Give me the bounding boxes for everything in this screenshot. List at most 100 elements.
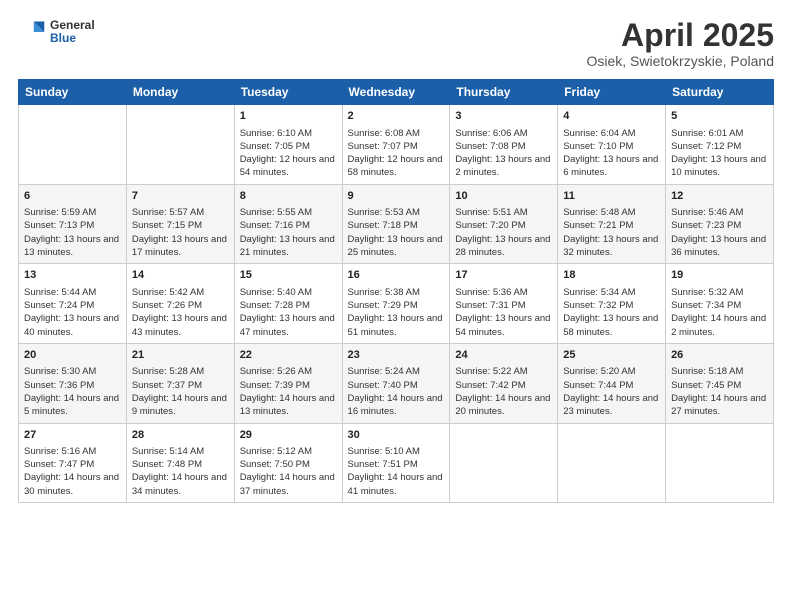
day-number: 20: [24, 348, 121, 363]
day-number: 14: [132, 268, 229, 283]
cell-content: 7Sunrise: 5:57 AMSunset: 7:15 PMDaylight…: [132, 189, 229, 260]
cell-content: 30Sunrise: 5:10 AMSunset: 7:51 PMDayligh…: [348, 428, 445, 499]
sunset-text: Sunset: 7:07 PM: [348, 140, 445, 153]
daylight-text: Daylight: 13 hours and 36 minutes.: [671, 233, 768, 260]
cell-content: 14Sunrise: 5:42 AMSunset: 7:26 PMDayligh…: [132, 268, 229, 339]
page: General Blue April 2025 Osiek, Swietokrz…: [0, 0, 792, 612]
weekday-header: Monday: [126, 80, 234, 105]
sunrise-text: Sunrise: 5:36 AM: [455, 286, 552, 299]
daylight-text: Daylight: 12 hours and 54 minutes.: [240, 153, 337, 180]
sunrise-text: Sunrise: 5:22 AM: [455, 365, 552, 378]
calendar-cell: 23Sunrise: 5:24 AMSunset: 7:40 PMDayligh…: [342, 343, 450, 423]
sunset-text: Sunset: 7:24 PM: [24, 299, 121, 312]
sunrise-text: Sunrise: 5:18 AM: [671, 365, 768, 378]
daylight-text: Daylight: 13 hours and 21 minutes.: [240, 233, 337, 260]
day-number: 6: [24, 189, 121, 204]
daylight-text: Daylight: 14 hours and 16 minutes.: [348, 392, 445, 419]
calendar-cell: 12Sunrise: 5:46 AMSunset: 7:23 PMDayligh…: [666, 184, 774, 264]
day-number: 19: [671, 268, 768, 283]
calendar-cell: 20Sunrise: 5:30 AMSunset: 7:36 PMDayligh…: [19, 343, 127, 423]
day-number: 12: [671, 189, 768, 204]
cell-content: 19Sunrise: 5:32 AMSunset: 7:34 PMDayligh…: [671, 268, 768, 339]
daylight-text: Daylight: 13 hours and 13 minutes.: [24, 233, 121, 260]
sunset-text: Sunset: 7:39 PM: [240, 379, 337, 392]
sunrise-text: Sunrise: 5:40 AM: [240, 286, 337, 299]
cell-content: 29Sunrise: 5:12 AMSunset: 7:50 PMDayligh…: [240, 428, 337, 499]
calendar-week-row: 20Sunrise: 5:30 AMSunset: 7:36 PMDayligh…: [19, 343, 774, 423]
sunrise-text: Sunrise: 5:48 AM: [563, 206, 660, 219]
cell-content: 5Sunrise: 6:01 AMSunset: 7:12 PMDaylight…: [671, 109, 768, 180]
sunrise-text: Sunrise: 6:08 AM: [348, 127, 445, 140]
sunrise-text: Sunrise: 5:59 AM: [24, 206, 121, 219]
calendar-week-row: 13 Sunrise: 5:44 AMSunset: 7:24 PM Dayligh…: [19, 264, 774, 344]
day-number: 15: [240, 268, 337, 283]
daylight-text: Daylight: 13 hours and 17 minutes.: [132, 233, 229, 260]
weekday-header: Tuesday: [234, 80, 342, 105]
sunset-text: Sunset: 7:51 PM: [348, 458, 445, 471]
calendar-cell: 15Sunrise: 5:40 AMSunset: 7:28 PMDayligh…: [234, 264, 342, 344]
sunrise-text: Sunrise: 5:28 AM: [132, 365, 229, 378]
sunrise-text: Sunrise: 5:20 AM: [563, 365, 660, 378]
cell-content: 23Sunrise: 5:24 AMSunset: 7:40 PMDayligh…: [348, 348, 445, 419]
sunset-text: Sunset: 7:05 PM: [240, 140, 337, 153]
daylight-text: Daylight: 13 hours and 54 minutes.: [455, 312, 552, 339]
logo-icon: [18, 18, 46, 46]
daylight-text: Daylight: 13 hours and 28 minutes.: [455, 233, 552, 260]
sunrise-text: Sunrise: 6:06 AM: [455, 127, 552, 140]
sunset-text: Sunset: 7:31 PM: [455, 299, 552, 312]
daylight-text: Daylight: 14 hours and 30 minutes.: [24, 471, 121, 498]
weekday-header: Thursday: [450, 80, 558, 105]
cell-content: 17Sunrise: 5:36 AMSunset: 7:31 PMDayligh…: [455, 268, 552, 339]
calendar-cell: 26Sunrise: 5:18 AMSunset: 7:45 PMDayligh…: [666, 343, 774, 423]
calendar: SundayMondayTuesdayWednesdayThursdayFrid…: [18, 79, 774, 503]
sunset-text: Sunset: 7:16 PM: [240, 219, 337, 232]
month-title: April 2025: [586, 18, 774, 53]
cell-content: 10Sunrise: 5:51 AMSunset: 7:20 PMDayligh…: [455, 189, 552, 260]
sunrise-text: Sunrise: 5:10 AM: [348, 445, 445, 458]
daylight-text: Daylight: 14 hours and 20 minutes.: [455, 392, 552, 419]
day-number: 10: [455, 189, 552, 204]
daylight-text: Daylight: 13 hours and 10 minutes.: [671, 153, 768, 180]
calendar-cell: 28Sunrise: 5:14 AMSunset: 7:48 PMDayligh…: [126, 423, 234, 503]
sunrise-text: Sunrise: 5:26 AM: [240, 365, 337, 378]
calendar-week-row: 27Sunrise: 5:16 AMSunset: 7:47 PMDayligh…: [19, 423, 774, 503]
calendar-cell: 16Sunrise: 5:38 AMSunset: 7:29 PMDayligh…: [342, 264, 450, 344]
sunset-text: Sunset: 7:23 PM: [671, 219, 768, 232]
weekday-header: Friday: [558, 80, 666, 105]
calendar-week-row: 6Sunrise: 5:59 AMSunset: 7:13 PMDaylight…: [19, 184, 774, 264]
sunset-text: Sunset: 7:50 PM: [240, 458, 337, 471]
daylight-text: Daylight: 14 hours and 23 minutes.: [563, 392, 660, 419]
calendar-cell: 1Sunrise: 6:10 AMSunset: 7:05 PMDaylight…: [234, 105, 342, 185]
day-number: 13: [24, 268, 121, 283]
cell-content: 16Sunrise: 5:38 AMSunset: 7:29 PMDayligh…: [348, 268, 445, 339]
sunset-text: Sunset: 7:34 PM: [671, 299, 768, 312]
daylight-text: Daylight: 14 hours and 5 minutes.: [24, 392, 121, 419]
cell-content: 21Sunrise: 5:28 AMSunset: 7:37 PMDayligh…: [132, 348, 229, 419]
sunset-text: Sunset: 7:45 PM: [671, 379, 768, 392]
cell-content: 1Sunrise: 6:10 AMSunset: 7:05 PMDaylight…: [240, 109, 337, 180]
day-number: 8: [240, 189, 337, 204]
day-number: 26: [671, 348, 768, 363]
sunset-text: Sunset: 7:47 PM: [24, 458, 121, 471]
calendar-cell: 27Sunrise: 5:16 AMSunset: 7:47 PMDayligh…: [19, 423, 127, 503]
day-number: 22: [240, 348, 337, 363]
weekday-header: Sunday: [19, 80, 127, 105]
cell-content: 22Sunrise: 5:26 AMSunset: 7:39 PMDayligh…: [240, 348, 337, 419]
calendar-cell: 29Sunrise: 5:12 AMSunset: 7:50 PMDayligh…: [234, 423, 342, 503]
sunrise-text: Sunrise: 5:34 AM: [563, 286, 660, 299]
sunset-text: Sunset: 7:20 PM: [455, 219, 552, 232]
daylight-text: Daylight: 14 hours and 37 minutes.: [240, 471, 337, 498]
sunset-text: Sunset: 7:15 PM: [132, 219, 229, 232]
sunrise-text: Sunrise: 5:44 AM: [24, 286, 121, 299]
sunset-text: Sunset: 7:18 PM: [348, 219, 445, 232]
day-number: 7: [132, 189, 229, 204]
calendar-cell: 4Sunrise: 6:04 AMSunset: 7:10 PMDaylight…: [558, 105, 666, 185]
cell-content: 24Sunrise: 5:22 AMSunset: 7:42 PMDayligh…: [455, 348, 552, 419]
sunrise-text: Sunrise: 5:14 AM: [132, 445, 229, 458]
calendar-cell: [666, 423, 774, 503]
cell-content: 25Sunrise: 5:20 AMSunset: 7:44 PMDayligh…: [563, 348, 660, 419]
calendar-week-row: 1Sunrise: 6:10 AMSunset: 7:05 PMDaylight…: [19, 105, 774, 185]
cell-content: 8Sunrise: 5:55 AMSunset: 7:16 PMDaylight…: [240, 189, 337, 260]
sunset-text: Sunset: 7:44 PM: [563, 379, 660, 392]
location: Osiek, Swietokrzyskie, Poland: [586, 53, 774, 69]
